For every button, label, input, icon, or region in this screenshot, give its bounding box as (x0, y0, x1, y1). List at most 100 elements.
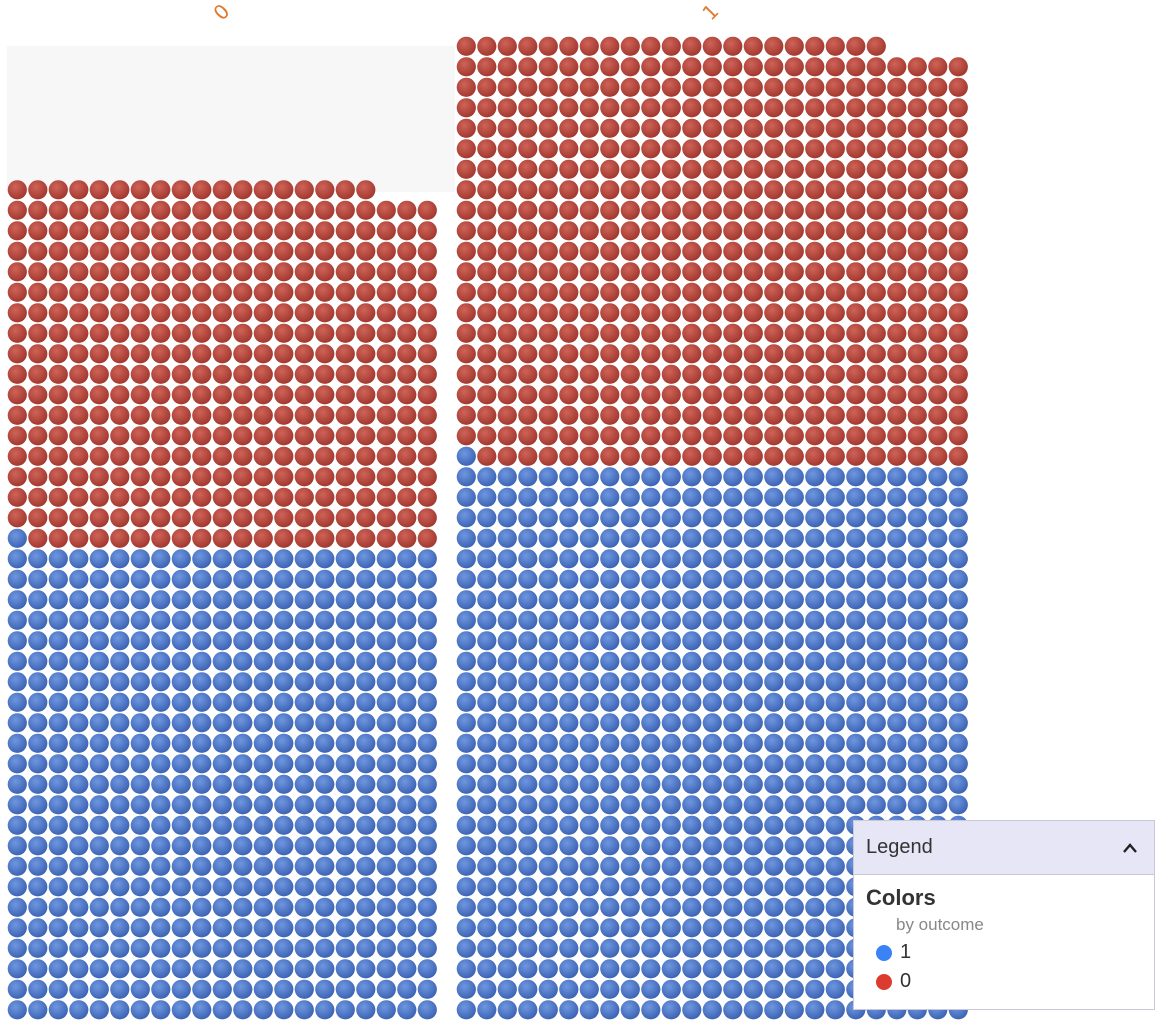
dot-outcome-1 (417, 672, 437, 692)
dot-outcome-1 (130, 795, 150, 815)
dot-outcome-1 (212, 856, 232, 876)
dot-outcome-0 (233, 508, 253, 528)
dot-outcome-0 (497, 446, 517, 466)
dot-outcome-0 (600, 98, 620, 118)
dot-outcome-0 (376, 487, 396, 507)
legend-header[interactable]: Legend (854, 821, 1154, 875)
dot-outcome-1 (784, 959, 804, 979)
dot-outcome-1 (48, 1000, 68, 1020)
dot-outcome-1 (559, 774, 579, 794)
dot-outcome-0 (825, 180, 845, 200)
dot-outcome-0 (682, 241, 702, 261)
chevron-up-icon[interactable] (1118, 836, 1142, 860)
dot-outcome-1 (171, 897, 191, 917)
dot-outcome-1 (948, 631, 968, 651)
dot-outcome-1 (620, 631, 640, 651)
dot-outcome-1 (579, 692, 599, 712)
dot-outcome-0 (28, 364, 48, 384)
dot-outcome-1 (69, 754, 89, 774)
dot-outcome-1 (497, 938, 517, 958)
dot-outcome-0 (866, 426, 886, 446)
dot-outcome-1 (764, 979, 784, 999)
dot-outcome-0 (579, 200, 599, 220)
dot-outcome-0 (233, 200, 253, 220)
dot-outcome-0 (171, 487, 191, 507)
dot-outcome-0 (518, 385, 538, 405)
dot-outcome-0 (497, 303, 517, 323)
dot-outcome-0 (233, 446, 253, 466)
dot-outcome-0 (417, 303, 437, 323)
dot-outcome-0 (477, 303, 497, 323)
dot-outcome-1 (69, 569, 89, 589)
dot-outcome-0 (89, 487, 109, 507)
dot-outcome-0 (907, 426, 927, 446)
dot-outcome-0 (661, 282, 681, 302)
dot-outcome-0 (477, 446, 497, 466)
dot-outcome-0 (887, 139, 907, 159)
dot-outcome-0 (274, 303, 294, 323)
dot-outcome-0 (48, 467, 68, 487)
dot-outcome-1 (456, 610, 476, 630)
dot-outcome-0 (825, 159, 845, 179)
dot-outcome-1 (928, 795, 948, 815)
dot-outcome-0 (866, 98, 886, 118)
dot-outcome-1 (110, 713, 130, 733)
dot-outcome-0 (356, 487, 376, 507)
dot-outcome-0 (518, 200, 538, 220)
dot-outcome-1 (702, 651, 722, 671)
dot-outcome-0 (233, 385, 253, 405)
dot-outcome-1 (274, 836, 294, 856)
dot-outcome-0 (212, 344, 232, 364)
dot-outcome-0 (661, 241, 681, 261)
dot-outcome-0 (723, 77, 743, 97)
dot-outcome-0 (559, 200, 579, 220)
dot-outcome-0 (477, 221, 497, 241)
dot-outcome-0 (335, 344, 355, 364)
dot-outcome-0 (928, 282, 948, 302)
dot-outcome-1 (397, 959, 417, 979)
dot-outcome-1 (274, 754, 294, 774)
dot-outcome-0 (28, 344, 48, 364)
dot-outcome-0 (702, 323, 722, 343)
dot-outcome-1 (89, 856, 109, 876)
dot-outcome-0 (928, 139, 948, 159)
dot-outcome-1 (600, 938, 620, 958)
dot-outcome-0 (907, 446, 927, 466)
dot-outcome-1 (212, 569, 232, 589)
dot-outcome-1 (456, 877, 476, 897)
dot-outcome-0 (477, 180, 497, 200)
dot-outcome-0 (805, 221, 825, 241)
dot-outcome-1 (559, 610, 579, 630)
dot-outcome-1 (948, 692, 968, 712)
dot-outcome-0 (212, 528, 232, 548)
dot-outcome-1 (948, 713, 968, 733)
dot-outcome-1 (335, 815, 355, 835)
dot-outcome-1 (192, 918, 212, 938)
dot-outcome-1 (315, 856, 335, 876)
dot-outcome-0 (641, 57, 661, 77)
dot-outcome-1 (723, 590, 743, 610)
dot-outcome-0 (764, 364, 784, 384)
dot-outcome-0 (518, 139, 538, 159)
dot-outcome-0 (274, 467, 294, 487)
dot-outcome-1 (28, 774, 48, 794)
dot-outcome-0 (682, 221, 702, 241)
dot-outcome-1 (69, 877, 89, 897)
dot-outcome-1 (600, 754, 620, 774)
dot-outcome-0 (171, 467, 191, 487)
dot-outcome-0 (641, 159, 661, 179)
dot-outcome-0 (866, 405, 886, 425)
dot-outcome-0 (294, 487, 314, 507)
dot-outcome-0 (456, 221, 476, 241)
dot-outcome-1 (682, 651, 702, 671)
dot-outcome-1 (376, 856, 396, 876)
dot-outcome-1 (89, 836, 109, 856)
dot-outcome-1 (764, 918, 784, 938)
dot-outcome-1 (192, 897, 212, 917)
dot-outcome-0 (600, 405, 620, 425)
dot-outcome-1 (456, 528, 476, 548)
dot-outcome-1 (641, 549, 661, 569)
dot-outcome-0 (456, 36, 476, 56)
dot-outcome-0 (315, 344, 335, 364)
dot-outcome-0 (274, 344, 294, 364)
